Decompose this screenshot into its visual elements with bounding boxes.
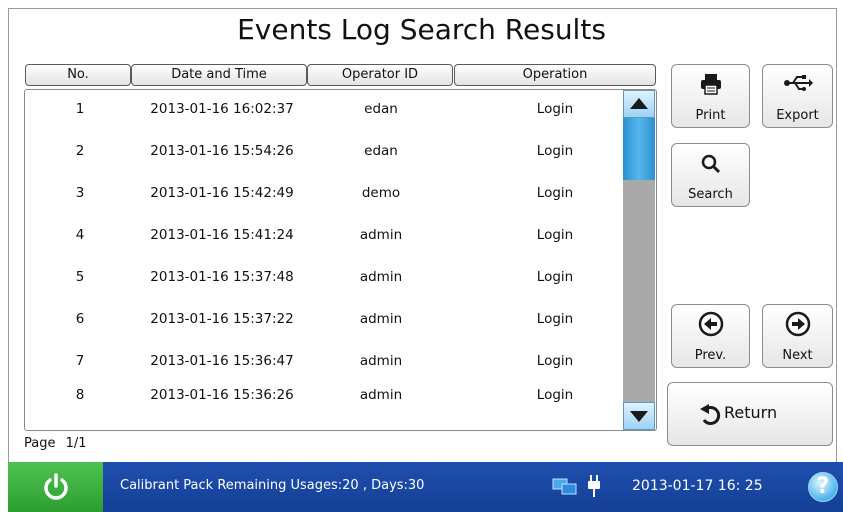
help-button[interactable]: ? — [808, 472, 838, 502]
cell-operator: edan — [364, 143, 398, 159]
return-label: Return — [724, 403, 778, 422]
page-title: Events Log Search Results — [237, 13, 606, 46]
search-button[interactable]: Search — [671, 143, 750, 207]
power-icon — [44, 473, 68, 500]
cell-operator: admin — [359, 353, 403, 369]
table-row[interactable]: 3 2013-01-16 15:42:49 demo Login — [25, 178, 621, 216]
table-row[interactable]: 4 2013-01-16 15:41:24 admin Login — [25, 220, 621, 258]
cell-operation: Login — [536, 353, 574, 369]
calibrant-status: Calibrant Pack Remaining Usages:20 , Day… — [120, 478, 425, 493]
cell-operation: Login — [536, 101, 574, 117]
cell-operation: Login — [536, 311, 574, 327]
table-row[interactable]: 7 2013-01-16 15:36:47 admin Login — [25, 346, 621, 384]
cell-operation: Login — [536, 143, 574, 159]
return-arrow-icon — [700, 404, 721, 425]
list-scrollbar[interactable] — [623, 90, 655, 430]
cell-operation: Login — [536, 185, 574, 201]
search-label: Search — [688, 187, 733, 202]
status-datetime: 2013-01-17 16: 25 — [632, 478, 763, 494]
cell-datetime: 2013-01-16 15:36:26 — [150, 387, 294, 403]
table-row[interactable]: 8 2013-01-16 15:36:26 admin Login — [25, 380, 621, 418]
print-button[interactable]: Print — [671, 64, 750, 128]
column-header-no[interactable]: No. — [25, 64, 131, 86]
power-plug-icon — [588, 475, 600, 497]
export-button[interactable]: Export — [762, 64, 833, 128]
cell-datetime: 2013-01-16 15:41:24 — [150, 227, 294, 243]
cell-datetime: 2013-01-16 15:42:49 — [150, 185, 294, 201]
cell-no: 4 — [75, 227, 85, 243]
table-row[interactable]: 2 2013-01-16 15:54:26 edan Login — [25, 136, 621, 174]
cell-operator: admin — [359, 227, 403, 243]
next-button[interactable]: Next — [762, 304, 833, 368]
column-header-operator-id[interactable]: Operator ID — [307, 64, 453, 86]
cell-datetime: 2013-01-16 15:36:47 — [150, 353, 294, 369]
network-icon — [552, 478, 577, 495]
cell-no: 7 — [75, 353, 85, 369]
power-button[interactable] — [8, 462, 103, 512]
page-value: 1/1 — [65, 436, 87, 451]
table-row[interactable]: 6 2013-01-16 15:37:22 admin Login — [25, 304, 621, 342]
cell-datetime: 2013-01-16 15:54:26 — [150, 143, 294, 159]
cell-operator: admin — [359, 387, 403, 403]
usb-icon — [783, 75, 813, 91]
cell-datetime: 2013-01-16 15:37:22 — [150, 311, 294, 327]
cell-datetime: 2013-01-16 16:02:37 — [150, 101, 294, 117]
cell-operation: Login — [536, 387, 574, 403]
export-label: Export — [776, 108, 819, 123]
cell-no: 2 — [75, 143, 85, 159]
table-row[interactable]: 5 2013-01-16 15:37:48 admin Login — [25, 262, 621, 300]
return-button[interactable]: Return — [667, 382, 833, 446]
arrow-right-icon — [785, 311, 810, 337]
scroll-down-icon[interactable] — [623, 402, 655, 430]
prev-label: Prev. — [694, 348, 727, 363]
cell-operator: admin — [359, 311, 403, 327]
page-indicator: Page 1/1 — [24, 436, 87, 451]
cell-no: 1 — [75, 101, 85, 117]
page-label: Page — [24, 436, 56, 451]
table-row[interactable]: 1 2013-01-16 16:02:37 edan Login — [25, 94, 621, 132]
magnifier-icon — [701, 154, 720, 174]
events-list[interactable]: 1 2013-01-16 16:02:37 edan Login 2 2013-… — [24, 89, 657, 431]
cell-no: 6 — [75, 311, 85, 327]
column-header-operation[interactable]: Operation — [454, 64, 656, 86]
help-icon: ? — [816, 474, 830, 499]
cell-no: 3 — [75, 185, 85, 201]
cell-operator: edan — [364, 101, 398, 117]
cell-no: 5 — [75, 269, 85, 285]
scroll-up-icon[interactable] — [623, 90, 655, 118]
next-label: Next — [782, 348, 813, 363]
column-header-date-time[interactable]: Date and Time — [131, 64, 307, 86]
cell-datetime: 2013-01-16 15:37:48 — [150, 269, 294, 285]
prev-button[interactable]: Prev. — [671, 304, 750, 368]
cell-operation: Login — [536, 227, 574, 243]
cell-operator: demo — [361, 185, 401, 201]
scroll-thumb[interactable] — [623, 118, 655, 180]
cell-operation: Login — [536, 269, 574, 285]
status-bar: Calibrant Pack Remaining Usages:20 , Day… — [8, 462, 843, 512]
printer-icon — [700, 74, 721, 95]
arrow-left-icon — [698, 311, 723, 337]
cell-operator: admin — [359, 269, 403, 285]
print-label: Print — [695, 108, 726, 123]
cell-no: 8 — [75, 387, 85, 403]
